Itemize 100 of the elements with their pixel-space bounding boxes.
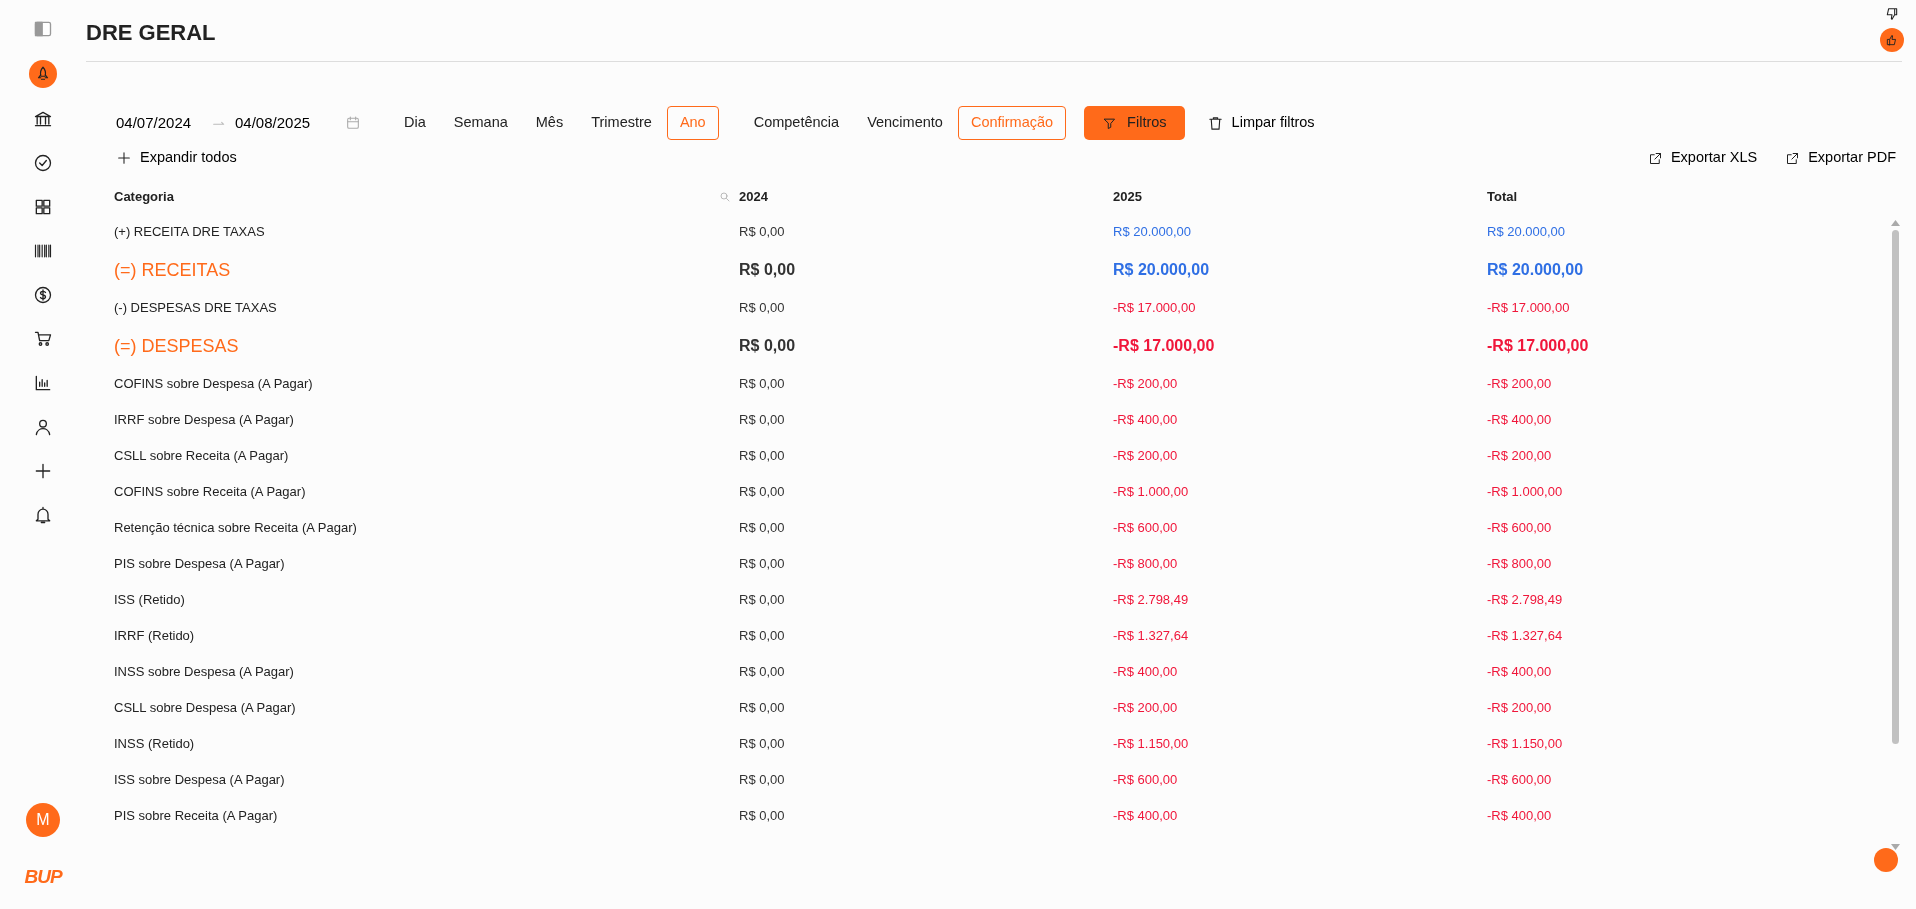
table-cell-text: R$ 0,00 (739, 771, 786, 790)
table-cell-text: R$ 0,00 (739, 260, 797, 280)
table-cell-text: R$ 0,00 (739, 735, 786, 754)
table-cell-text: R$ 0,00 (739, 299, 786, 318)
table-cell-text: -R$ 400,00 (1113, 411, 1179, 430)
table-cell-text: -R$ 1.327,64 (1113, 627, 1190, 646)
category-label: (+) RECEITA DRE TAXAS (114, 223, 266, 242)
table-cell-text: R$ 0,00 (739, 223, 786, 242)
table-cell-text: -R$ 800,00 (1113, 555, 1179, 574)
logo: BUP (24, 864, 62, 889)
date-start-field[interactable]: 04/07/2024 (116, 111, 211, 135)
table-cell-text: R$ 0,00 (739, 411, 786, 430)
period-tab[interactable]: Semana (440, 106, 521, 140)
panel-toggle-icon (33, 19, 53, 39)
trash-icon (1206, 114, 1224, 132)
column-header: Categoria (114, 188, 174, 207)
table-cell-text: -R$ 800,00 (1487, 555, 1553, 574)
clear-filters-button[interactable]: Limpar filtros (1200, 111, 1321, 135)
category-label: ISS (Retido) (114, 591, 186, 610)
table-cell-text: R$ 0,00 (739, 807, 786, 826)
table-cell-text: -R$ 200,00 (1113, 375, 1179, 394)
table-cell-text: -R$ 1.150,00 (1487, 735, 1564, 754)
table-cell-text: R$ 0,00 (739, 375, 786, 394)
external-link-icon (1647, 150, 1663, 166)
user-icon (33, 417, 53, 437)
table-cell-text: -R$ 200,00 (1113, 447, 1179, 466)
category-label: IRRF (Retido) (114, 627, 196, 646)
table-cell-text: R$ 0,00 (739, 627, 786, 646)
table-cell-text: -R$ 1.000,00 (1487, 483, 1564, 502)
table-cell-text: R$ 20.000,00 (1113, 223, 1193, 242)
thumbs-down-icon (1884, 6, 1900, 22)
category-label: CSLL sobre Despesa (A Pagar) (114, 699, 297, 718)
total-label: (=) RECEITAS (114, 258, 232, 282)
table-cell-text: R$ 20.000,00 (1487, 223, 1567, 242)
grid-icon (33, 197, 53, 217)
table-cell-text: R$ 0,00 (739, 336, 797, 356)
column-header: 2025 (1113, 188, 1143, 207)
table-cell-text: -R$ 17.000,00 (1487, 299, 1571, 318)
category-label: INSS (Retido) (114, 735, 196, 754)
table-cell-text: -R$ 1.000,00 (1113, 483, 1190, 502)
thumbs-up-icon (1885, 33, 1899, 47)
export-button[interactable]: Exportar XLS (1641, 146, 1764, 170)
table-cell-text: -R$ 2.798,49 (1487, 591, 1564, 610)
table-cell-text: -R$ 600,00 (1113, 519, 1179, 538)
category-label: COFINS sobre Receita (A Pagar) (114, 483, 307, 502)
bank-icon (33, 109, 53, 129)
dollar-icon (33, 285, 53, 305)
column-header: Total (1487, 188, 1519, 207)
category-label: CSLL sobre Receita (A Pagar) (114, 447, 290, 466)
period-tab[interactable]: Trimestre (578, 106, 665, 140)
category-label: COFINS sobre Despesa (A Pagar) (114, 375, 314, 394)
plus-icon (33, 461, 53, 481)
table-cell-text: R$ 0,00 (739, 591, 786, 610)
table-cell-text: -R$ 400,00 (1113, 807, 1179, 826)
sidebar-item[interactable] (29, 60, 57, 88)
calendar-icon (345, 115, 361, 131)
table-cell-text: R$ 20.000,00 (1113, 260, 1211, 280)
bell-icon (33, 505, 53, 525)
date-end-field[interactable]: 04/08/2025 (235, 111, 345, 135)
basis-tab[interactable]: Vencimento (854, 106, 956, 140)
table-cell-text: -R$ 17.000,00 (1113, 336, 1216, 356)
filter-button[interactable]: Filtros (1084, 106, 1185, 140)
table-cell-text: -R$ 17.000,00 (1113, 299, 1197, 318)
period-tab[interactable]: Mês (522, 106, 577, 140)
table-cell-text: R$ 0,00 (739, 447, 786, 466)
category-label: IRRF sobre Despesa (A Pagar) (114, 411, 295, 430)
table-cell-text: -R$ 200,00 (1487, 447, 1553, 466)
basis-tab[interactable]: Competência (740, 106, 853, 140)
table-cell-text: R$ 20.000,00 (1487, 260, 1585, 280)
category-label: PIS sobre Receita (A Pagar) (114, 807, 279, 826)
plus-icon (116, 150, 132, 166)
table-cell-text: -R$ 1.150,00 (1113, 735, 1190, 754)
scrollbar-thumb[interactable] (1891, 230, 1899, 744)
period-tab[interactable]: Dia (391, 106, 439, 140)
filter-icon (1102, 115, 1118, 131)
table-cell-text: -R$ 400,00 (1487, 411, 1553, 430)
category-label: INSS sobre Despesa (A Pagar) (114, 663, 295, 682)
table-cell-text: -R$ 600,00 (1487, 771, 1553, 790)
table-cell-text: R$ 0,00 (739, 699, 786, 718)
table-cell-text: R$ 0,00 (739, 555, 786, 574)
category-label: PIS sobre Despesa (A Pagar) (114, 555, 286, 574)
bar-chart-icon (33, 373, 53, 393)
thumbs-down-button[interactable] (1884, 6, 1900, 22)
table-cell-text: -R$ 400,00 (1487, 807, 1553, 826)
table-cell-text: -R$ 200,00 (1487, 699, 1553, 718)
cart-icon (33, 329, 53, 349)
table-cell-text: -R$ 1.327,64 (1487, 627, 1564, 646)
table-cell-text: R$ 0,00 (739, 483, 786, 502)
category-label: Retenção técnica sobre Receita (A Pagar) (114, 519, 358, 538)
external-link-icon (1785, 150, 1801, 166)
category-label: ISS sobre Despesa (A Pagar) (114, 771, 286, 790)
expand-all-button[interactable]: Expandir todos (116, 147, 237, 169)
thumbs-up-button[interactable] (1880, 28, 1904, 52)
total-label: (=) DESPESAS (114, 334, 240, 358)
table-cell-text: -R$ 200,00 (1113, 699, 1179, 718)
table-cell-text: -R$ 17.000,00 (1487, 336, 1590, 356)
table-cell-text: R$ 0,00 (739, 519, 786, 538)
export-button[interactable]: Exportar PDF (1779, 146, 1902, 170)
table-cell-text: -R$ 200,00 (1487, 375, 1553, 394)
chat-widget-icon[interactable] (1874, 848, 1898, 872)
